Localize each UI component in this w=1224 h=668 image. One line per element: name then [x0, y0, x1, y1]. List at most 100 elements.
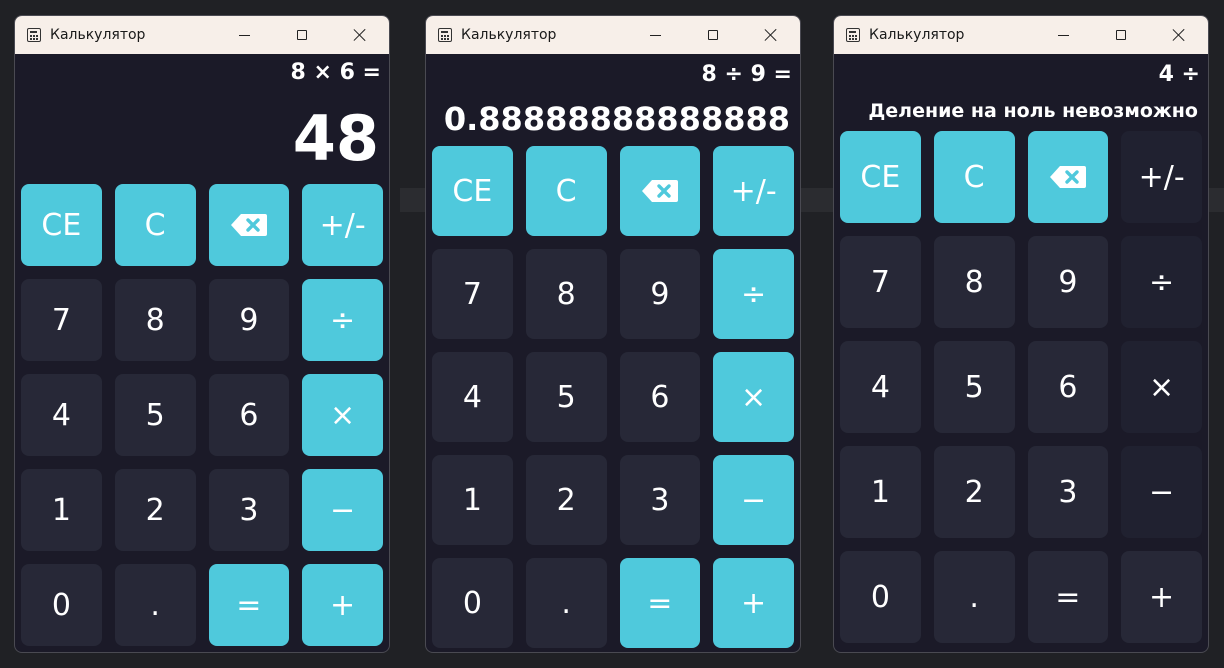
- digit-1-button[interactable]: 1: [840, 446, 921, 538]
- digit-9-button[interactable]: 9: [208, 279, 290, 361]
- equals-button[interactable]: =: [619, 558, 701, 648]
- subtract-button[interactable]: −: [302, 469, 383, 551]
- expression-display: 8 ÷ 9 =: [701, 62, 792, 87]
- digit-6-button[interactable]: 6: [1027, 341, 1109, 433]
- error-message: Деление на ноль невозможно: [868, 100, 1198, 122]
- negate-button[interactable]: +/-: [302, 184, 383, 266]
- digit-0-button[interactable]: 0: [21, 564, 102, 646]
- keypad: CE C +/- 7 8 9 ÷ 4 5 6 × 1 2 3− 0. = +: [432, 146, 794, 648]
- digit-3-button[interactable]: 3: [1027, 446, 1109, 538]
- window-title: Калькулятор: [50, 27, 146, 43]
- digit-5-button[interactable]: 5: [114, 374, 196, 456]
- digit-3-button[interactable]: 3: [619, 455, 701, 545]
- calculator-window-2: Калькулятор 8 ÷ 9 = 0.88888888888888 CE C…: [425, 15, 801, 653]
- digit-9-button[interactable]: 9: [619, 249, 701, 339]
- close-button[interactable]: [748, 16, 794, 54]
- expression-display: 4 ÷: [1158, 62, 1200, 87]
- calculator-app-icon: [438, 28, 452, 42]
- close-icon: [764, 28, 778, 42]
- calculator-window-1: Калькулятор 8 × 6 = 48 CE C +/- 7 8 9 ÷ 4 5 6 × 1 2 3…: [14, 15, 390, 653]
- divide-button[interactable]: ÷: [713, 249, 794, 339]
- clear-button[interactable]: C: [114, 184, 196, 266]
- subtract-button[interactable]: −: [713, 455, 794, 545]
- keypad: CE C +/- 7 8 9 ÷ 4 5 6 × 1 2 3− 0. = +: [21, 184, 383, 646]
- clear-button[interactable]: C: [933, 131, 1015, 223]
- maximize-button[interactable]: [690, 16, 736, 54]
- title-bar[interactable]: Калькулятор: [15, 16, 389, 54]
- backspace-button[interactable]: [208, 184, 290, 266]
- minimize-button[interactable]: [1040, 16, 1086, 54]
- backspace-icon: [1049, 166, 1086, 188]
- digit-1-button[interactable]: 1: [21, 469, 102, 551]
- multiply-button[interactable]: ×: [302, 374, 383, 456]
- digit-2-button[interactable]: 2: [525, 455, 607, 545]
- digit-6-button[interactable]: 6: [619, 352, 701, 442]
- backspace-button[interactable]: [619, 146, 701, 236]
- clear-entry-button[interactable]: CE: [21, 184, 102, 266]
- digit-8-button[interactable]: 8: [933, 236, 1015, 328]
- subtract-button[interactable]: −: [1121, 446, 1202, 538]
- minimize-button[interactable]: [632, 16, 678, 54]
- backspace-icon: [230, 214, 267, 236]
- add-button[interactable]: +: [302, 564, 383, 646]
- maximize-button[interactable]: [1098, 16, 1144, 54]
- backspace-button[interactable]: [1027, 131, 1109, 223]
- window-title: Калькулятор: [461, 27, 557, 43]
- title-bar[interactable]: Калькулятор: [834, 16, 1208, 54]
- decimal-button[interactable]: .: [933, 551, 1015, 643]
- digit-4-button[interactable]: 4: [432, 352, 513, 442]
- digit-7-button[interactable]: 7: [21, 279, 102, 361]
- digit-2-button[interactable]: 2: [933, 446, 1015, 538]
- digit-5-button[interactable]: 5: [933, 341, 1015, 433]
- negate-button[interactable]: +/-: [713, 146, 794, 236]
- digit-3-button[interactable]: 3: [208, 469, 290, 551]
- title-bar[interactable]: Калькулятор: [426, 16, 800, 54]
- multiply-button[interactable]: ×: [713, 352, 794, 442]
- close-button[interactable]: [1156, 16, 1202, 54]
- calculator-app-icon: [846, 28, 860, 42]
- result-display: 0.88888888888888: [443, 100, 790, 138]
- maximize-icon: [708, 30, 718, 40]
- digit-7-button[interactable]: 7: [432, 249, 513, 339]
- result-display: 48: [292, 102, 379, 175]
- digit-8-button[interactable]: 8: [525, 249, 607, 339]
- clear-entry-button[interactable]: CE: [432, 146, 513, 236]
- digit-7-button[interactable]: 7: [840, 236, 921, 328]
- negate-button[interactable]: +/-: [1121, 131, 1202, 223]
- digit-0-button[interactable]: 0: [840, 551, 921, 643]
- digit-1-button[interactable]: 1: [432, 455, 513, 545]
- decimal-button[interactable]: .: [114, 564, 196, 646]
- equals-button[interactable]: =: [1027, 551, 1109, 643]
- calculator-window-3: Калькулятор 4 ÷ Деление на ноль невозмож…: [833, 15, 1209, 653]
- digit-0-button[interactable]: 0: [432, 558, 513, 648]
- digit-2-button[interactable]: 2: [114, 469, 196, 551]
- digit-9-button[interactable]: 9: [1027, 236, 1109, 328]
- minimize-icon: [649, 34, 661, 36]
- maximize-icon: [297, 30, 307, 40]
- minimize-icon: [238, 34, 250, 36]
- digit-4-button[interactable]: 4: [840, 341, 921, 433]
- digit-8-button[interactable]: 8: [114, 279, 196, 361]
- minimize-button[interactable]: [221, 16, 267, 54]
- divide-button[interactable]: ÷: [302, 279, 383, 361]
- add-button[interactable]: +: [713, 558, 794, 648]
- multiply-button[interactable]: ×: [1121, 341, 1202, 433]
- keypad: CE C +/- 7 8 9 ÷ 4 5 6 × 1 2 3− 0. = +: [840, 131, 1202, 643]
- divide-button[interactable]: ÷: [1121, 236, 1202, 328]
- minimize-icon: [1057, 34, 1069, 36]
- digit-6-button[interactable]: 6: [208, 374, 290, 456]
- close-icon: [1172, 28, 1186, 42]
- decimal-button[interactable]: .: [525, 558, 607, 648]
- close-icon: [353, 28, 367, 42]
- digit-4-button[interactable]: 4: [21, 374, 102, 456]
- maximize-button[interactable]: [279, 16, 325, 54]
- expression-display: 8 × 6 =: [290, 60, 381, 85]
- equals-button[interactable]: =: [208, 564, 290, 646]
- add-button[interactable]: +: [1121, 551, 1202, 643]
- clear-button[interactable]: C: [525, 146, 607, 236]
- window-title: Калькулятор: [869, 27, 965, 43]
- clear-entry-button[interactable]: CE: [840, 131, 921, 223]
- close-button[interactable]: [337, 16, 383, 54]
- digit-5-button[interactable]: 5: [525, 352, 607, 442]
- maximize-icon: [1116, 30, 1126, 40]
